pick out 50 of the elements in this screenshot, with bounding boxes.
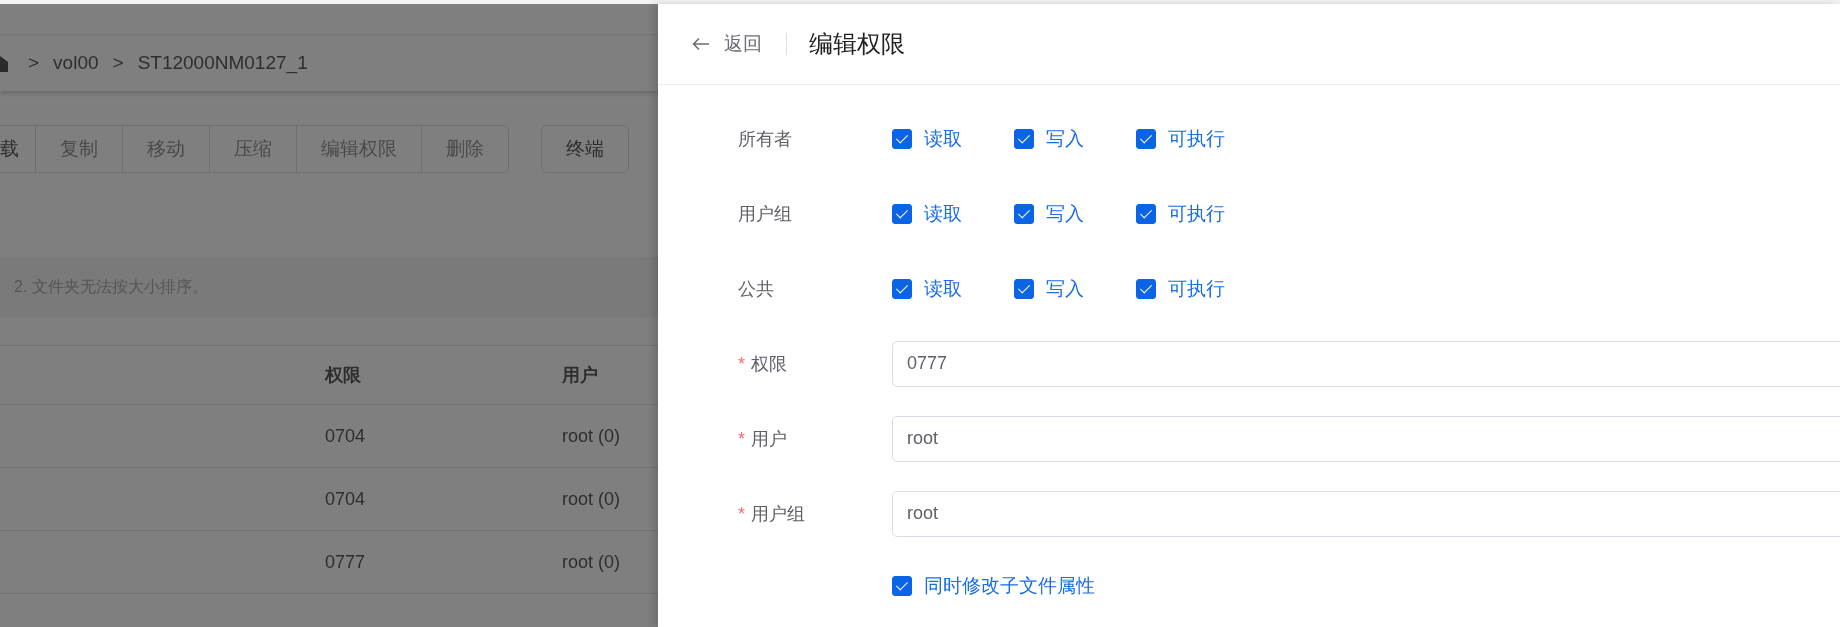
- checkbox-label[interactable]: 读取: [924, 200, 962, 227]
- breadcrumb-separator: >: [28, 52, 40, 74]
- home-icon[interactable]: [0, 54, 10, 72]
- checkbox[interactable]: [1136, 203, 1156, 224]
- breadcrumb-item[interactable]: ST12000NM0127_1: [137, 52, 308, 74]
- checkbox[interactable]: [892, 576, 912, 596]
- checkbox[interactable]: [1014, 128, 1034, 149]
- checkbox-label[interactable]: 可执行: [1168, 275, 1225, 302]
- table-cell-text: 0777: [325, 551, 367, 573]
- breadcrumb-separator: >: [112, 52, 124, 74]
- required-mark: *: [738, 503, 745, 524]
- checkbox[interactable]: [1136, 278, 1156, 299]
- checkbox[interactable]: [892, 128, 912, 149]
- back-button[interactable]: 返回: [692, 31, 762, 57]
- back-arrow-icon: [692, 37, 710, 51]
- form-label: 所有者: [737, 127, 793, 151]
- checkbox-label[interactable]: 读取: [924, 275, 962, 302]
- checkbox[interactable]: [1014, 203, 1034, 224]
- checkbox[interactable]: [1136, 128, 1156, 149]
- input-field[interactable]: root: [892, 490, 1840, 537]
- checkbox[interactable]: [892, 278, 912, 299]
- terminal-button[interactable]: 终端: [541, 125, 629, 173]
- table-cell-text: 0704: [325, 488, 367, 510]
- toolbar-button[interactable]: 载: [0, 126, 35, 172]
- column-header: 用户: [562, 364, 599, 387]
- drawer-title: 编辑权限: [809, 29, 905, 59]
- table-cell-text: root (0): [562, 425, 622, 447]
- breadcrumb-item[interactable]: vol00: [53, 52, 99, 74]
- checkbox-label[interactable]: 可执行: [1168, 200, 1225, 227]
- checkbox-label[interactable]: 写入: [1046, 200, 1084, 227]
- checkbox[interactable]: [1014, 278, 1034, 299]
- table-cell-text: root (0): [562, 551, 622, 573]
- form-label: 用户: [751, 428, 787, 449]
- form-label: 用户组: [751, 503, 805, 524]
- table-cell-text: root (0): [562, 488, 622, 510]
- form-label: 公共: [737, 277, 775, 301]
- checkbox[interactable]: [892, 203, 912, 224]
- required-mark: *: [738, 428, 745, 449]
- table-cell-text: 0704: [325, 425, 367, 447]
- checkbox-label[interactable]: 读取: [924, 125, 962, 152]
- input-field[interactable]: root: [892, 415, 1840, 462]
- checkbox-label[interactable]: 同时修改子文件属性: [924, 573, 1095, 599]
- checkbox-label[interactable]: 可执行: [1168, 125, 1225, 152]
- column-header: 权限: [325, 364, 362, 387]
- checkbox-label[interactable]: 写入: [1046, 275, 1084, 302]
- form-label: 用户组: [737, 202, 793, 226]
- required-mark: *: [738, 353, 745, 374]
- form-label: 权限: [751, 353, 787, 374]
- input-field[interactable]: 0777: [892, 340, 1840, 387]
- checkbox-label[interactable]: 写入: [1046, 125, 1084, 152]
